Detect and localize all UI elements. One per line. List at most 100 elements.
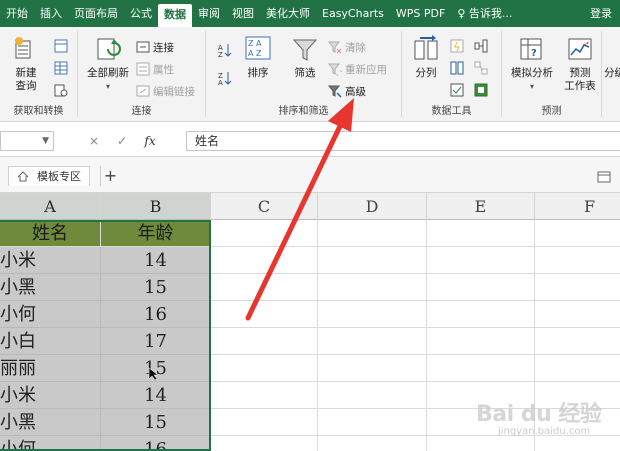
window-layout-icon[interactable] xyxy=(592,169,620,185)
empty-cell[interactable] xyxy=(211,436,318,451)
reapply-button[interactable]: 重新应用 xyxy=(328,61,387,77)
cell-a1[interactable]: 姓名 xyxy=(0,220,101,247)
cell-name[interactable]: 小米 xyxy=(0,247,101,274)
column-header-a[interactable]: A xyxy=(0,193,101,220)
empty-cell[interactable] xyxy=(318,409,427,436)
cell-age[interactable]: 15 xyxy=(101,274,211,301)
cell-name[interactable]: 小何 xyxy=(0,301,101,328)
filter-button[interactable]: 筛选 xyxy=(288,35,322,80)
empty-cell[interactable] xyxy=(318,382,427,409)
empty-cell[interactable] xyxy=(535,274,620,301)
empty-cell[interactable] xyxy=(211,409,318,436)
cell-age[interactable]: 14 xyxy=(101,382,211,409)
empty-cell[interactable] xyxy=(211,328,318,355)
column-header-f[interactable]: F xyxy=(535,193,620,220)
name-box[interactable]: ▼ xyxy=(0,131,54,151)
text-to-columns-button[interactable]: 分列 xyxy=(408,35,444,80)
empty-cell[interactable] xyxy=(535,328,620,355)
empty-cell[interactable] xyxy=(535,301,620,328)
empty-cell[interactable] xyxy=(535,247,620,274)
cell-age[interactable]: 16 xyxy=(101,301,211,328)
refresh-dropdown-icon[interactable]: ▾ xyxy=(106,80,110,93)
empty-cell[interactable] xyxy=(427,436,535,451)
cell-age[interactable]: 16 xyxy=(101,436,211,451)
column-header-c[interactable]: C xyxy=(211,193,318,220)
empty-cell[interactable] xyxy=(318,301,427,328)
cell-name[interactable]: 小黑 xyxy=(0,409,101,436)
empty-cell[interactable] xyxy=(427,301,535,328)
tab-review[interactable]: 审阅 xyxy=(192,0,226,27)
cell-name[interactable]: 丽丽 xyxy=(0,355,101,382)
sort-ascending-icon[interactable]: AZ xyxy=(218,43,232,57)
empty-cell[interactable] xyxy=(318,274,427,301)
cell-f1[interactable] xyxy=(535,220,620,247)
cell-e1[interactable] xyxy=(427,220,535,247)
edit-links-button[interactable]: 编辑链接 xyxy=(136,83,195,99)
empty-cell[interactable] xyxy=(211,355,318,382)
what-if-analysis-button[interactable]: ? 模拟分析 ▾ xyxy=(508,35,556,93)
empty-cell[interactable] xyxy=(211,301,318,328)
data-validation-icon[interactable] xyxy=(450,83,464,97)
empty-cell[interactable] xyxy=(535,409,620,436)
outline-button[interactable]: 分级 xyxy=(604,67,620,80)
sort-button[interactable]: Z A A Z 排序 xyxy=(242,35,274,80)
empty-cell[interactable] xyxy=(427,382,535,409)
empty-cell[interactable] xyxy=(535,436,620,451)
confirm-entry-icon[interactable]: ✓ xyxy=(108,134,136,148)
tab-beautify-master[interactable]: 美化大师 xyxy=(260,0,316,27)
cell-name[interactable]: 小何 xyxy=(0,436,101,451)
sort-descending-icon[interactable]: ZA xyxy=(218,71,232,85)
tab-tell-me[interactable]: ♀ 告诉我... xyxy=(451,0,518,27)
show-queries-icon[interactable] xyxy=(54,39,68,53)
cell-name[interactable]: 小黑 xyxy=(0,274,101,301)
cell-age[interactable]: 17 xyxy=(101,328,211,355)
empty-cell[interactable] xyxy=(318,355,427,382)
column-header-b[interactable]: B xyxy=(101,193,211,220)
empty-cell[interactable] xyxy=(427,409,535,436)
cell-age[interactable]: 15 xyxy=(101,409,211,436)
cell-b1[interactable]: 年龄 xyxy=(101,220,211,247)
column-header-d[interactable]: D xyxy=(318,193,427,220)
clear-filter-button[interactable]: 清除 xyxy=(328,39,366,55)
insert-function-icon[interactable]: fx xyxy=(136,134,164,148)
cell-c1[interactable] xyxy=(211,220,318,247)
refresh-all-button[interactable]: 全部刷新 ▾ xyxy=(82,35,134,93)
cancel-entry-icon[interactable]: × xyxy=(80,134,108,148)
empty-cell[interactable] xyxy=(427,328,535,355)
connections-button[interactable]: 连接 xyxy=(136,39,174,55)
formula-input[interactable]: 姓名 xyxy=(186,131,620,151)
new-query-button[interactable]: 新建 查询 xyxy=(12,35,40,93)
from-table-icon[interactable] xyxy=(54,61,68,75)
tab-page-layout[interactable]: 页面布局 xyxy=(68,0,124,27)
properties-button[interactable]: 属性 xyxy=(136,61,174,77)
tab-insert[interactable]: 插入 xyxy=(34,0,68,27)
empty-cell[interactable] xyxy=(211,382,318,409)
login-button[interactable]: 登录 xyxy=(584,0,620,27)
empty-cell[interactable] xyxy=(427,274,535,301)
forecast-sheet-button[interactable]: 预测 工作表 xyxy=(560,35,600,93)
tab-home[interactable]: 开始 xyxy=(0,0,34,27)
empty-cell[interactable] xyxy=(318,436,427,451)
empty-cell[interactable] xyxy=(535,382,620,409)
cell-name[interactable]: 小白 xyxy=(0,328,101,355)
consolidate-icon[interactable] xyxy=(474,39,488,53)
advanced-filter-button[interactable]: 高级 xyxy=(328,83,366,99)
cell-age[interactable]: 14 xyxy=(101,247,211,274)
empty-cell[interactable] xyxy=(211,274,318,301)
manage-data-model-icon[interactable] xyxy=(474,83,488,97)
empty-cell[interactable] xyxy=(535,355,620,382)
add-tab-button[interactable]: + xyxy=(100,166,120,186)
relationships-icon[interactable] xyxy=(474,61,488,75)
empty-cell[interactable] xyxy=(318,328,427,355)
tab-easycharts[interactable]: EasyCharts xyxy=(316,0,390,27)
what-if-dropdown-icon[interactable]: ▾ xyxy=(530,80,534,93)
spreadsheet-grid[interactable]: A B C D E F 姓名 年龄 小米 14 小黑 15 小何 16 小白 1… xyxy=(0,193,620,451)
empty-cell[interactable] xyxy=(427,247,535,274)
cell-name[interactable]: 小米 xyxy=(0,382,101,409)
column-header-e[interactable]: E xyxy=(427,193,535,220)
cell-d1[interactable] xyxy=(318,220,427,247)
tab-data[interactable]: 数据 xyxy=(158,4,192,27)
empty-cell[interactable] xyxy=(427,355,535,382)
tab-view[interactable]: 视图 xyxy=(226,0,260,27)
empty-cell[interactable] xyxy=(318,247,427,274)
